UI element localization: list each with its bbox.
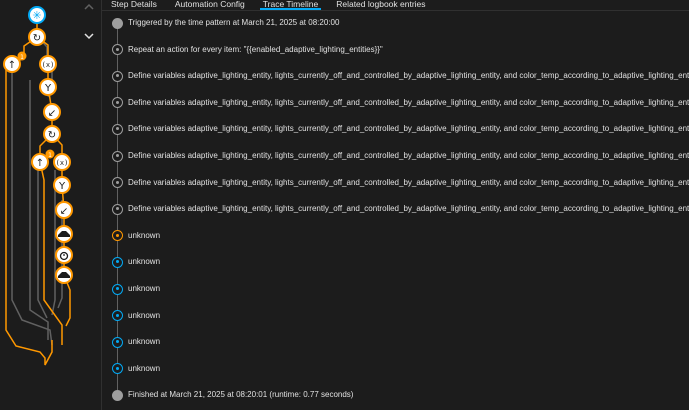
tab-automation-config[interactable]: Automation Config bbox=[166, 0, 254, 9]
timeline-dot bbox=[112, 363, 123, 375]
timeline-entry[interactable]: unknown bbox=[128, 364, 160, 374]
svg-text:Y: Y bbox=[58, 181, 66, 192]
variables-node[interactable]: (x) bbox=[39, 55, 57, 73]
choose-node[interactable]: Y bbox=[39, 78, 57, 96]
tab-trace-timeline[interactable]: Trace Timeline bbox=[254, 0, 327, 10]
timeline-dot bbox=[112, 283, 123, 295]
trace-graph-panel: ✳ ↻ ↑ 1 (x) Y ↙ ↻ ↑ 1 (x) Y ↙ bbox=[0, 0, 101, 410]
timeline-entry[interactable]: Define variables adaptive_lighting_entit… bbox=[128, 204, 689, 214]
tab-step-details[interactable]: Step Details bbox=[102, 0, 166, 9]
trigger-node[interactable]: ✳ bbox=[28, 6, 46, 24]
timeline-entry[interactable]: Define variables adaptive_lighting_entit… bbox=[128, 151, 689, 161]
timeline-entry[interactable]: unknown bbox=[128, 257, 160, 267]
timeline-dot bbox=[112, 389, 123, 401]
svg-text:↻: ↻ bbox=[48, 130, 56, 141]
timeline-dot bbox=[112, 17, 123, 29]
svg-text:(x): (x) bbox=[56, 159, 69, 167]
variables-node-2[interactable]: (x) bbox=[53, 153, 71, 171]
timeline-entry[interactable]: Define variables adaptive_lighting_entit… bbox=[128, 178, 689, 188]
timeline-dot bbox=[112, 230, 123, 242]
timeline-entry[interactable]: unknown bbox=[128, 337, 160, 347]
timer-node[interactable] bbox=[55, 246, 73, 264]
badge-count-2: 1 bbox=[48, 152, 52, 159]
action-node-up[interactable]: ↑ bbox=[3, 55, 21, 73]
badge-count-1: 1 bbox=[20, 54, 24, 61]
timeline-entry[interactable]: unknown bbox=[128, 311, 160, 321]
scene-node[interactable] bbox=[55, 225, 73, 243]
action-node-down-left[interactable]: ↙ bbox=[43, 103, 61, 121]
repeat-node[interactable]: ↻ bbox=[28, 28, 46, 46]
tab-related-logbook[interactable]: Related logbook entries bbox=[327, 0, 434, 9]
svg-text:(x): (x) bbox=[42, 61, 55, 69]
timeline-dot bbox=[112, 70, 123, 82]
repeat-node-2[interactable]: ↻ bbox=[43, 125, 61, 143]
timeline-dot bbox=[112, 203, 123, 215]
svg-text:↙: ↙ bbox=[60, 206, 68, 217]
choose-node-2[interactable]: Y bbox=[53, 176, 71, 194]
timeline-dot bbox=[112, 97, 123, 109]
scene-node-2[interactable] bbox=[55, 266, 73, 284]
timeline-entry[interactable]: Finished at March 21, 2025 at 08:20:01 (… bbox=[128, 390, 353, 400]
timeline-entry[interactable]: unknown bbox=[128, 284, 160, 294]
svg-text:Y: Y bbox=[44, 83, 52, 94]
timeline-entry[interactable]: Repeat an action for every item: "{{enab… bbox=[128, 45, 383, 55]
timeline-entry[interactable]: Define variables adaptive_lighting_entit… bbox=[128, 124, 689, 134]
timeline-dot bbox=[112, 44, 123, 56]
timeline-entry[interactable]: Define variables adaptive_lighting_entit… bbox=[128, 71, 689, 81]
tab-bar: Step Details Automation Config Trace Tim… bbox=[102, 0, 689, 10]
action-node-up-2[interactable]: ↑ bbox=[31, 153, 49, 171]
trace-timeline: Triggered by the time pattern at March 2… bbox=[102, 11, 689, 410]
chevron-up-icon[interactable] bbox=[84, 3, 94, 14]
svg-text:↙: ↙ bbox=[48, 108, 56, 119]
timeline-dot bbox=[112, 177, 123, 189]
chevron-down-icon[interactable] bbox=[84, 32, 94, 43]
svg-text:↑: ↑ bbox=[36, 158, 44, 169]
svg-text:↻: ↻ bbox=[33, 33, 41, 44]
timeline-dot bbox=[112, 256, 123, 268]
timeline-dot bbox=[112, 123, 123, 135]
timeline-entry[interactable]: Define variables adaptive_lighting_entit… bbox=[128, 98, 689, 108]
timeline-dot bbox=[112, 336, 123, 348]
svg-text:✳: ✳ bbox=[32, 9, 41, 22]
timeline-dot bbox=[112, 310, 123, 322]
trace-graph: ✳ ↻ ↑ 1 (x) Y ↙ ↻ ↑ 1 (x) Y ↙ bbox=[3, 6, 73, 366]
timeline-entry[interactable]: unknown bbox=[128, 231, 160, 241]
timeline-dot bbox=[112, 150, 123, 162]
svg-text:↑: ↑ bbox=[8, 60, 16, 71]
action-node-down-left-2[interactable]: ↙ bbox=[55, 201, 73, 219]
timeline-entry[interactable]: Triggered by the time pattern at March 2… bbox=[128, 18, 339, 28]
